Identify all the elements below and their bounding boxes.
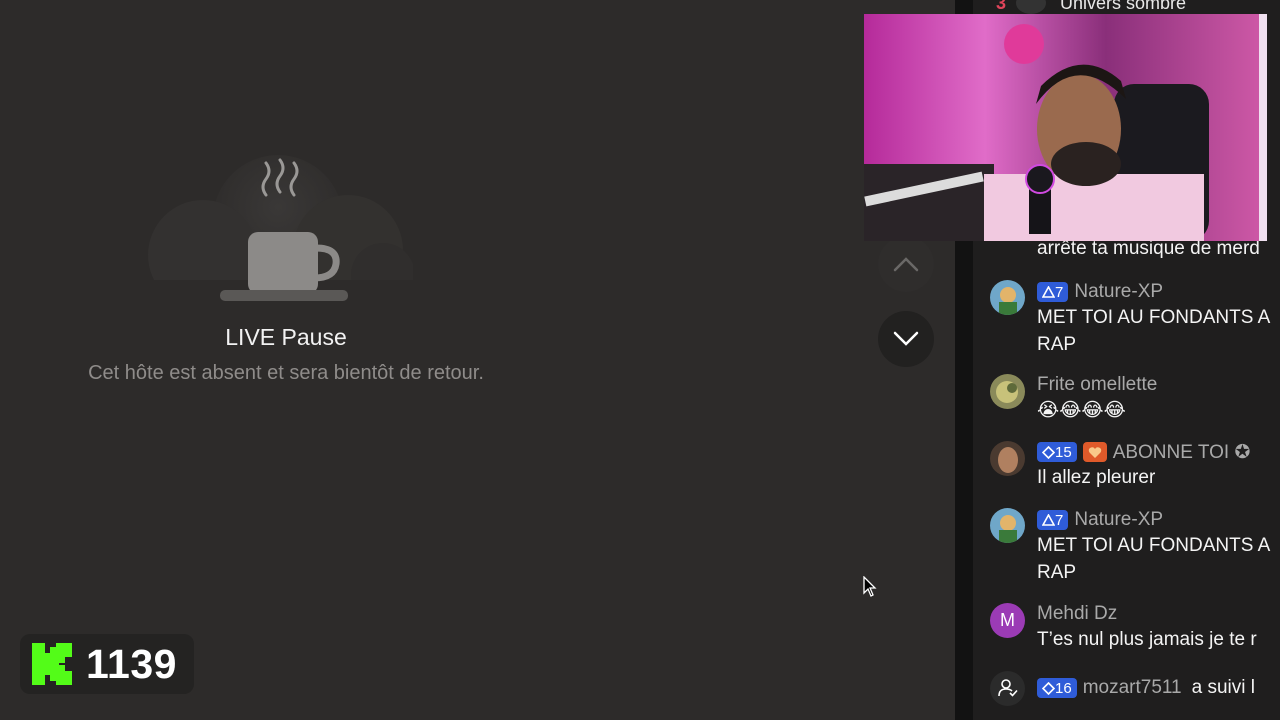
subscriber-badge: 7: [1037, 510, 1069, 530]
diamond-icon: [1042, 445, 1055, 459]
chat-message-text: T’es nul plus jamais je te r: [1037, 629, 1257, 650]
chat-message-text: MET TOI AU FONDANTS A: [1037, 307, 1271, 328]
follow-event[interactable]: 16 mozart7511 a suivi l: [990, 670, 1255, 706]
chevron-up-icon: [893, 257, 919, 272]
avatar[interactable]: [990, 280, 1025, 315]
username[interactable]: Nature-XP: [1074, 509, 1163, 531]
username[interactable]: mozart7511: [1083, 677, 1182, 699]
chat-message-text: Il allez pleurer: [1037, 467, 1156, 488]
top-gifter-row[interactable]: 3 Univers sombre: [996, 0, 1186, 14]
badge-count: 16: [1055, 679, 1072, 697]
coffee-cloud-icon: [148, 155, 413, 310]
follow-action-text: a suivi l: [1191, 677, 1255, 698]
gifter-rank: 3: [996, 0, 1007, 13]
gifter-label: Univers sombre: [1060, 0, 1187, 13]
viewer-count: 1139: [86, 640, 177, 687]
supporter-badge: [1082, 442, 1107, 462]
badge-count: 15: [1055, 443, 1072, 461]
user-follow-icon: [990, 670, 1025, 706]
username[interactable]: Nature-XP: [1074, 281, 1163, 303]
subscriber-badge: 15: [1037, 442, 1077, 462]
triangle-icon: [1042, 286, 1055, 298]
heart-icon: [1088, 446, 1101, 458]
kick-view-counter: 1139: [20, 634, 194, 694]
mouse-cursor-icon: [863, 576, 877, 597]
username[interactable]: ABONNE TOI ✪: [1113, 441, 1251, 464]
chat-message-text: arrête ta musique de merd: [1037, 238, 1260, 259]
next-stream-button[interactable]: [878, 311, 934, 367]
chevron-down-icon: [893, 331, 919, 346]
previous-stream-button[interactable]: [878, 236, 934, 292]
username[interactable]: Frite omellette: [1037, 374, 1157, 396]
triangle-icon: [1042, 514, 1055, 526]
avatar[interactable]: [990, 441, 1025, 476]
avatar[interactable]: [990, 374, 1025, 409]
badge-count: 7: [1055, 511, 1064, 529]
subscriber-badge: 16: [1037, 678, 1077, 698]
avatar[interactable]: M: [990, 603, 1025, 638]
live-pause-message: Cet hôte est absent et sera bientôt de r…: [88, 362, 484, 384]
chat-message-text: MET TOI AU FONDANTS A: [1037, 535, 1271, 556]
kick-logo-icon: [32, 643, 72, 685]
avatar: [1016, 0, 1047, 14]
streamer-webcam-image: [864, 14, 1267, 241]
chat-message-text: RAP: [1037, 334, 1077, 355]
diamond-icon: [1042, 681, 1055, 695]
live-pause-title: LIVE Pause: [225, 324, 347, 350]
badge-count: 7: [1055, 283, 1064, 301]
subscriber-badge: 7: [1037, 282, 1069, 302]
chat-message-text: 😭😂😂😂: [1037, 400, 1126, 421]
avatar[interactable]: [990, 508, 1025, 543]
username[interactable]: Mehdi Dz: [1037, 603, 1117, 625]
live-player: LIVE Pause Cet hôte est absent et sera b…: [0, 0, 955, 720]
chat-message-text: RAP: [1037, 562, 1077, 583]
